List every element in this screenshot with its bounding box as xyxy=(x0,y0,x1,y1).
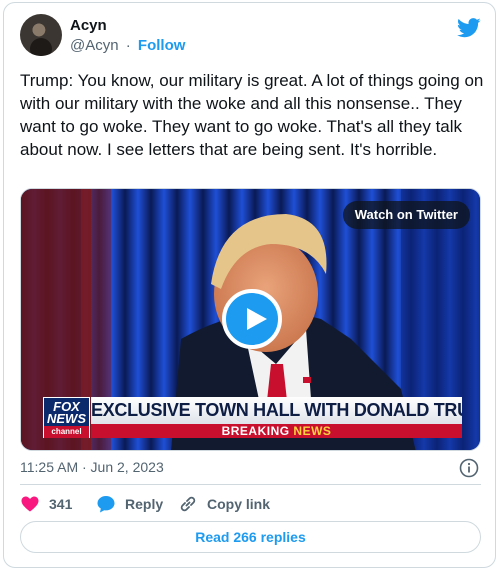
info-icon[interactable] xyxy=(459,458,479,478)
action-bar: 341 Reply Copy link xyxy=(20,493,481,515)
fox-logo-line2: NEWS xyxy=(47,411,86,426)
reply-button[interactable]: Reply xyxy=(96,493,163,515)
breaking-label: BREAKING xyxy=(221,424,290,438)
author-name[interactable]: Acyn xyxy=(70,17,107,34)
heart-icon xyxy=(21,496,39,512)
like-count: 341 xyxy=(49,496,73,512)
video-media[interactable]: Watch on Twitter FOX NEWS channel EXCLUS… xyxy=(20,188,481,451)
follow-button[interactable]: Follow xyxy=(138,37,186,54)
tweet-timestamp[interactable]: 11:25 AM · Jun 2, 2023 xyxy=(20,459,164,475)
breaking-news-word: NEWS xyxy=(293,424,332,438)
copy-link-label: Copy link xyxy=(207,496,271,512)
read-replies-button[interactable]: Read 266 replies xyxy=(20,521,481,553)
news-headline: EXCLUSIVE TOWN HALL WITH DONALD TRUMP xyxy=(91,397,462,424)
fox-news-logo: FOX NEWS channel xyxy=(43,397,90,438)
tweet-text: Trump: You know, our military is great. … xyxy=(20,71,484,159)
tweet-header: Acyn @Acyn · Follow xyxy=(20,14,481,62)
avatar[interactable] xyxy=(20,14,62,56)
breaking-news-bar: BREAKING NEWS xyxy=(91,424,462,438)
reply-bubble-icon xyxy=(97,496,115,513)
tweet-card: Acyn @Acyn · Follow Trump: You know, our… xyxy=(3,2,496,568)
divider xyxy=(20,484,481,485)
author-handle[interactable]: @Acyn xyxy=(70,37,119,54)
link-icon xyxy=(180,496,196,512)
fox-logo-line3: channel xyxy=(44,426,89,438)
reply-label: Reply xyxy=(125,496,164,512)
like-button[interactable]: 341 xyxy=(20,493,72,515)
copy-link-button[interactable]: Copy link xyxy=(178,493,270,515)
separator-dot: · xyxy=(125,37,131,54)
lower-third: FOX NEWS channel EXCLUSIVE TOWN HALL WIT… xyxy=(43,397,462,438)
twitter-bird-icon[interactable] xyxy=(457,18,481,38)
watch-on-twitter-button[interactable]: Watch on Twitter xyxy=(342,201,470,229)
handle-row: @Acyn · Follow xyxy=(70,37,185,54)
play-icon[interactable] xyxy=(222,289,282,349)
